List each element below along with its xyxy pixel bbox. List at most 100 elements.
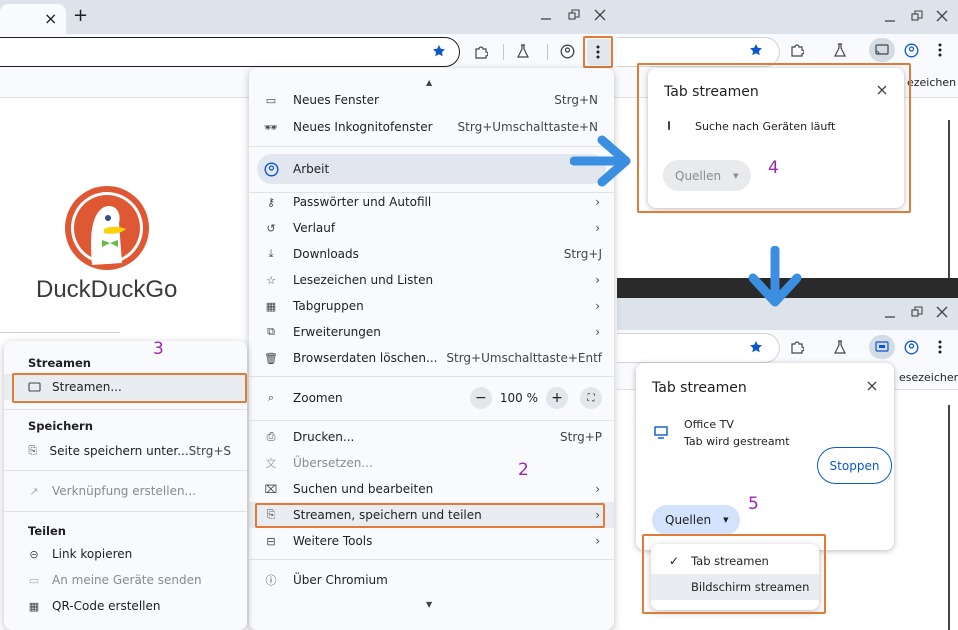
caret-down-icon: ▼ [723,516,729,524]
fullscreen-button[interactable]: ⛶ [580,387,602,409]
translate-icon: ⽂ [265,457,277,470]
labs-flask-icon[interactable] [833,340,847,354]
chevron-right-icon: › [595,482,600,496]
menu-item-bookmarks[interactable]: ☆ Lesezeichen und Listen › [249,267,614,293]
menu-item-find-edit[interactable]: ⌧ Suchen und bearbeiten › [249,476,614,502]
section-heading-speichern: Speichern [28,419,93,433]
trash-icon: 🗑 [264,351,278,365]
chevron-right-icon: › [595,325,600,339]
extensions-icon[interactable] [790,43,804,57]
menu-item-more-tools[interactable]: ⊟ Weitere Tools › [249,528,614,554]
top-right-window-tabstrip [617,0,958,34]
profile-avatar-icon[interactable] [904,340,919,355]
search-box-partial [0,332,120,333]
profile-avatar-icon [263,161,279,177]
labs-flask-icon[interactable] [516,44,530,58]
menu-divider [4,511,247,512]
menu-divider [249,146,614,147]
menu-divider [249,559,614,560]
download-icon: ⤓ [268,247,274,260]
menu-item-send-to-devices[interactable]: ▭ An meine Geräte senden [4,567,247,593]
active-tab[interactable]: × [0,4,66,34]
menu-item-create-shortcut[interactable]: ↗ Verknüpfung erstellen... [4,478,247,504]
menu-item-incognito[interactable]: 🕶 Neues Inkognitofenster Strg+Umschaltta… [249,114,614,140]
step-number-5: 5 [748,494,759,514]
profile-avatar-icon[interactable] [904,43,919,58]
cast-button[interactable] [869,38,895,62]
highlight-cast-item [12,373,247,403]
menu-item-clear-data[interactable]: 🗑 Browserdaten löschen... Strg+Umschaltt… [249,345,614,371]
extensions-icon[interactable] [474,45,488,59]
menu-item-tab-groups[interactable]: ▦ Tabgruppen › [249,293,614,319]
history-icon: ↺ [266,221,276,235]
bookmark-star-icon[interactable] [749,43,763,57]
zoom-out-button[interactable]: − [469,387,492,409]
close-window-icon[interactable] [594,9,606,21]
highlight-cast-save-share [255,503,605,528]
menu-item-new-window[interactable]: ▭ Neues Fenster Strg+N [249,90,614,110]
minimize-icon[interactable] [884,11,896,23]
qr-code-icon: ▦ [28,599,40,613]
toolbar-divider [503,44,504,60]
labs-flask-icon[interactable] [833,43,847,57]
window-icon: ▭ [265,93,277,107]
close-window-icon[interactable] [936,10,948,22]
new-tab-button[interactable]: + [73,5,88,26]
kebab-menu-icon[interactable] [938,43,942,57]
close-icon[interactable] [867,381,877,391]
scrollbar[interactable] [946,112,952,280]
chevron-right-icon: › [595,195,600,209]
menu-item-history[interactable]: ↺ Verlauf › [249,215,614,241]
menu-item-downloads[interactable]: ⤓ Downloads Strg+J [249,241,614,267]
zoom-icon: ⌕ [267,391,275,404]
incognito-icon: 🕶 [264,120,278,134]
restore-icon[interactable] [568,9,580,21]
highlight-menu-button [583,36,613,68]
menu-item-qr-code[interactable]: ▦ QR-Code erstellen [4,593,247,619]
sources-dropdown[interactable]: Quellen ▼ [652,505,740,535]
left-window-toolbar [0,34,617,70]
link-icon: ⊝ [29,547,39,561]
cast-panel-streaming: Tab streamen Office TV Tab wird gestream… [636,363,894,550]
menu-item-about[interactable]: ⓘ Über Chromium [249,567,614,593]
step-number-3: 3 [153,339,164,359]
close-window-icon[interactable] [936,306,948,318]
find-icon: ⌧ [264,482,278,496]
restore-icon[interactable] [911,306,923,318]
stop-button[interactable]: Stoppen [817,447,892,484]
scroll-down-indicator: ▼ [426,600,433,609]
scrollbar[interactable] [946,395,952,630]
bookmarks-label-partial: esezeichen [899,371,958,384]
menu-divider [249,420,614,421]
bookmark-star-icon[interactable] [432,44,446,58]
bookmark-star-icon[interactable] [749,340,763,354]
zoom-in-button[interactable]: + [546,387,568,409]
menu-item-translate[interactable]: ⽂ Übersetzen... [249,450,614,476]
device-name: Office TV [684,418,734,431]
cast-button-active[interactable] [869,335,895,359]
restore-icon[interactable] [911,10,923,22]
zoom-level: 100 % [499,391,538,405]
shortcut-icon: ↗ [29,484,39,498]
kebab-menu-icon[interactable] [938,340,942,354]
menu-item-print[interactable]: ⎙ Drucken... Strg+P [249,424,614,450]
menu-item-extensions[interactable]: ⧉ Erweiterungen › [249,319,614,345]
tab-groups-icon: ▦ [265,299,277,313]
menu-item-zoom: ⌕ Zoomen − 100 % + ⛶ [249,384,614,412]
menu-item-profile-arbeit[interactable]: Arbeit [257,154,606,184]
tab-close-icon[interactable]: × [44,9,57,28]
toolbox-icon: ⊟ [266,534,276,548]
minimize-icon[interactable] [540,9,552,21]
duckduckgo-logo [64,185,150,271]
menu-item-passwords[interactable]: ⚷ Passwörter und Autofill › [249,189,614,215]
menu-item-copy-link[interactable]: ⊝ Link kopieren [4,541,247,567]
extensions-icon[interactable] [790,340,804,354]
menu-divider [4,409,247,410]
menu-item-save-page[interactable]: ⎘ Seite speichern unter... Strg+S [4,438,247,464]
profile-avatar-icon[interactable] [560,44,575,59]
minimize-icon[interactable] [884,307,896,319]
chevron-right-icon: › [595,534,600,548]
omnibox[interactable] [0,37,460,67]
step-number-2: 2 [518,460,529,480]
arrow-down-icon [748,246,802,307]
